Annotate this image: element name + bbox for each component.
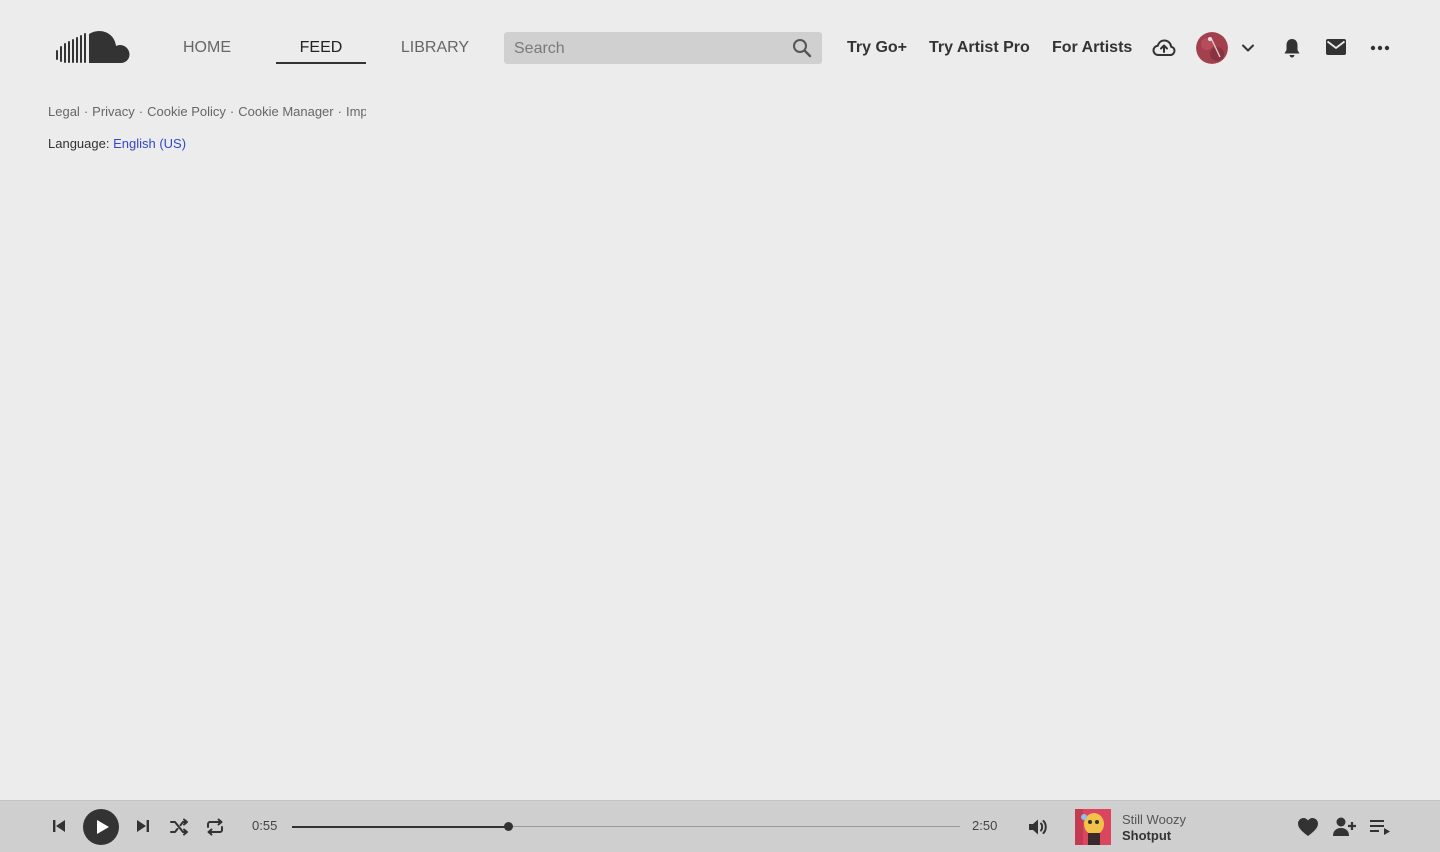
footer-separator: · xyxy=(138,104,144,119)
search-box xyxy=(504,32,822,66)
avatar-image xyxy=(1196,32,1228,64)
queue-icon[interactable] xyxy=(1370,818,1392,836)
more-icon[interactable] xyxy=(1370,40,1390,56)
player-bar: 0:55 2:50 Still Woozy Shotput xyxy=(0,800,1440,852)
search-icon[interactable] xyxy=(792,38,812,58)
progress-fill xyxy=(292,825,509,828)
try-go-plus-link[interactable]: Try Go+ xyxy=(847,36,907,60)
upload-cloud-icon[interactable] xyxy=(1152,36,1176,60)
top-header: HOME FEED LIBRARY Try Go+ Try Artist Pro… xyxy=(0,0,1440,96)
volume-icon[interactable] xyxy=(1027,816,1049,838)
footer-link-legal[interactable]: Legal xyxy=(48,104,80,119)
footer-separator: · xyxy=(229,104,235,119)
progress-bar[interactable] xyxy=(292,822,960,831)
footer-link-cookie-policy[interactable]: Cookie Policy xyxy=(147,104,226,119)
footer-link-privacy[interactable]: Privacy xyxy=(92,104,135,119)
bell-icon[interactable] xyxy=(1282,37,1302,59)
track-cover-art[interactable] xyxy=(1075,809,1111,845)
cover-art-image xyxy=(1075,809,1111,845)
nav-tab-library[interactable]: LIBRARY xyxy=(394,28,476,64)
mail-icon[interactable] xyxy=(1325,38,1347,56)
elapsed-time: 0:55 xyxy=(252,818,278,833)
chevron-down-icon[interactable] xyxy=(1240,40,1256,56)
progress-knob[interactable] xyxy=(503,822,513,831)
heart-icon[interactable] xyxy=(1297,817,1319,837)
footer-links: Legal · Privacy · Cookie Policy · Cookie Manag… xyxy=(48,104,366,122)
footer-link-cookie-manager[interactable]: Cookie Manager xyxy=(238,104,333,119)
footer-separator: · xyxy=(83,104,89,119)
duration-time: 2:50 xyxy=(972,818,998,833)
skip-forward-icon[interactable] xyxy=(135,818,151,834)
avatar[interactable] xyxy=(1196,32,1228,64)
search-input[interactable] xyxy=(512,32,786,66)
track-title[interactable]: Shotput xyxy=(1122,828,1171,843)
language-selector-link[interactable]: English (US) xyxy=(113,136,186,151)
for-artists-link[interactable]: For Artists xyxy=(1052,36,1132,60)
skip-back-icon[interactable] xyxy=(51,818,67,834)
repeat-icon[interactable] xyxy=(205,817,225,837)
play-icon[interactable] xyxy=(83,809,119,845)
nav-tab-home[interactable]: HOME xyxy=(172,28,242,64)
footer-separator: · xyxy=(337,104,342,119)
nav-tab-feed[interactable]: FEED xyxy=(276,28,366,64)
follow-user-icon[interactable] xyxy=(1332,816,1356,838)
track-artist[interactable]: Still Woozy xyxy=(1122,812,1186,827)
shuffle-icon[interactable] xyxy=(169,817,189,837)
try-artist-pro-link[interactable]: Try Artist Pro xyxy=(929,36,1030,60)
soundcloud-logo[interactable] xyxy=(56,30,130,66)
language-label: Language: xyxy=(48,136,110,151)
footer-link-imprint[interactable]: Imprint xyxy=(346,104,366,119)
language-row: Language: English (US) xyxy=(48,136,186,151)
